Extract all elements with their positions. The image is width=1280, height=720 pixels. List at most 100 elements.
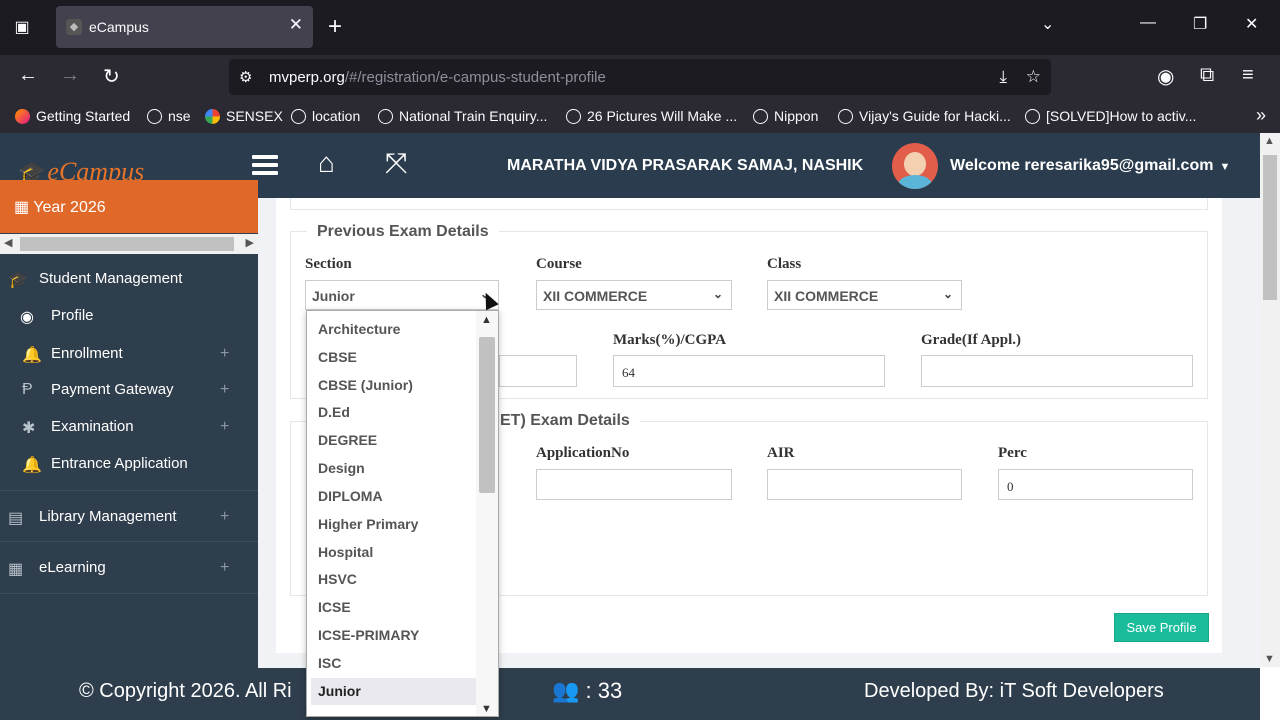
bookmark-item[interactable]: 26 Pictures Will Make ... [566, 108, 737, 124]
globe-icon [753, 109, 768, 124]
bookmark-item[interactable]: [SOLVED]How to activ... [1025, 108, 1196, 124]
more-bookmarks-icon[interactable]: » [1256, 105, 1266, 126]
menu-icon[interactable]: ≡ [1242, 64, 1254, 87]
grade-input[interactable] [921, 355, 1193, 387]
dropdown-option[interactable]: Design [311, 455, 477, 482]
scroll-down-icon[interactable]: ▼ [481, 703, 492, 715]
visitor-counter: 👥 : 33 [552, 678, 623, 703]
caret-down-icon: ▼ [1219, 161, 1231, 173]
dropdown-option[interactable]: ICSE [311, 594, 477, 621]
globe-icon [566, 109, 581, 124]
bookmark-item[interactable]: nse [147, 108, 191, 124]
paypal-icon: Ᵽ [22, 381, 33, 398]
restore-icon[interactable]: ❐ [1193, 14, 1207, 34]
back-arrow-icon[interactable]: ← [18, 64, 38, 87]
marks-input[interactable]: 64 [613, 355, 885, 387]
dropdown-option[interactable]: DEGREE [311, 427, 477, 454]
bookmark-item[interactable]: Nippon [753, 108, 818, 124]
year-selector[interactable]: ▦ Year 2026 [0, 180, 258, 233]
perc-input[interactable]: 0 [998, 469, 1193, 500]
url-bar[interactable]: ⚙ mvperp.org/#/registration/e-campus-stu… [229, 59, 1051, 95]
site-info-icon[interactable]: ⚙ [239, 68, 252, 86]
chevron-down-icon[interactable]: ⌄ [1041, 14, 1054, 34]
scroll-up-icon[interactable]: ▲ [1264, 135, 1275, 147]
dropdown-option[interactable]: Architecture [311, 316, 477, 343]
bookmark-item[interactable]: location [291, 108, 360, 124]
graduation-cap-icon: 🎓 [8, 272, 28, 289]
page-vertical-scrollbar[interactable]: ▲ ▼ [1260, 133, 1280, 667]
dropdown-scrollbar[interactable]: ▲ ▼ [476, 311, 498, 716]
globe-icon [291, 109, 306, 124]
hamburger-menu-icon[interactable] [252, 155, 278, 175]
bookmark-item[interactable]: Getting Started [15, 108, 130, 124]
expand-plus-icon[interactable]: + [220, 508, 229, 526]
air-label: AIR [767, 445, 795, 461]
scroll-left-icon[interactable]: ◀ [4, 236, 12, 249]
add-user-icon: 👥 [552, 678, 580, 703]
sidebar-horizontal-scrollbar[interactable]: ◀ ▶ [0, 234, 258, 254]
dropdown-option[interactable]: Hospital [311, 539, 477, 566]
expand-plus-icon[interactable]: + [220, 381, 229, 399]
bookmarks-bar: Getting Started nse SENSEX location Nati… [0, 99, 1280, 133]
browser-tab-bar: ▣ ◆ eCampus ✕ + ⌄ — ❐ ✕ [0, 0, 1280, 55]
tab-title: eCampus [89, 19, 149, 35]
home-icon[interactable]: ⌂ [318, 147, 335, 179]
asterisk-icon: ✱ [22, 420, 36, 437]
dropdown-option[interactable]: CBSE (Junior) [311, 372, 477, 399]
new-tab-icon[interactable]: + [328, 14, 342, 40]
dropdown-option[interactable]: ICSE-PRIMARY [311, 622, 477, 649]
marks-label: Marks(%)/CGPA [613, 332, 727, 348]
account-icon[interactable]: ◉ [1157, 64, 1174, 89]
expand-plus-icon[interactable]: + [220, 345, 229, 363]
dropdown-option[interactable]: DIPLOMA [311, 483, 477, 510]
class-select[interactable]: XII COMMERCE ⌄ [767, 280, 962, 310]
minimize-icon[interactable]: — [1140, 14, 1156, 32]
welcome-user-menu[interactable]: Welcome reresarika95@gmail.com ▼ [950, 157, 1230, 175]
save-profile-button[interactable]: Save Profile [1114, 613, 1209, 642]
bookmark-item[interactable]: National Train Enquiry... [378, 108, 547, 124]
air-input[interactable] [767, 469, 962, 500]
application-no-label: ApplicationNo [536, 445, 630, 461]
download-page-icon[interactable]: ⤓ [1000, 67, 1008, 86]
scroll-right-icon[interactable]: ▶ [246, 236, 254, 249]
url-text[interactable]: mvperp.org/#/registration/e-campus-stude… [269, 69, 606, 86]
extensions-icon[interactable]: ⧉ [1200, 64, 1214, 87]
scroll-up-icon[interactable]: ▲ [481, 314, 492, 326]
chevron-down-icon: ⌄ [942, 287, 953, 301]
web-page: Previous Exam Details Section Junior ⌄ C… [0, 133, 1260, 720]
bookmark-item[interactable]: Vijay's Guide for Hacki... [838, 108, 1011, 124]
browser-tab[interactable]: ◆ eCampus ✕ [56, 6, 313, 48]
section-select[interactable]: Junior ⌄ [305, 280, 499, 310]
close-tab-icon[interactable]: ✕ [289, 15, 303, 35]
course-select[interactable]: XII COMMERCE ⌄ [536, 280, 732, 310]
section-label: Section [305, 256, 352, 272]
class-label: Class [767, 256, 802, 272]
bookmark-star-icon[interactable]: ☆ [1026, 67, 1041, 86]
forward-arrow-icon[interactable]: → [60, 64, 80, 87]
dropdown-option-selected[interactable]: Junior [311, 678, 477, 705]
organization-name: MARATHA VIDYA PRASARAK SAMAJ, NASHIK [507, 157, 864, 174]
globe-icon [1025, 109, 1040, 124]
window-close-icon[interactable]: ✕ [1245, 14, 1258, 34]
hidden-field-input[interactable] [499, 355, 577, 387]
avatar[interactable] [892, 143, 938, 189]
dropdown-option[interactable]: Higher Primary [311, 511, 477, 538]
tab-list-icon[interactable]: ▣ [10, 16, 34, 40]
expand-plus-icon[interactable]: + [220, 418, 229, 436]
dropdown-option[interactable]: D.Ed [311, 399, 477, 426]
calendar-icon: ▦ [8, 561, 24, 578]
dropdown-option[interactable]: HSVC [311, 566, 477, 593]
developer-credit: Developed By: iT Soft Developers [864, 680, 1164, 702]
reload-icon[interactable]: ↻ [103, 64, 120, 89]
page-footer: © Copyright 2026. All Ri 👥 : 33 Develope… [0, 668, 1260, 720]
fullscreen-icon[interactable]: ⤧ [385, 147, 407, 180]
section-dropdown-list[interactable]: Architecture CBSE CBSE (Junior) D.Ed DEG… [306, 310, 499, 717]
dropdown-option[interactable]: ISC [311, 650, 477, 677]
course-label: Course [536, 256, 582, 272]
scroll-down-icon[interactable]: ▼ [1264, 653, 1275, 665]
dropdown-option[interactable]: CBSE [311, 344, 477, 371]
application-no-input[interactable] [536, 469, 732, 500]
bell-icon: 🔔 [22, 457, 42, 474]
expand-plus-icon[interactable]: + [220, 559, 229, 577]
bookmark-item[interactable]: SENSEX [205, 108, 283, 124]
